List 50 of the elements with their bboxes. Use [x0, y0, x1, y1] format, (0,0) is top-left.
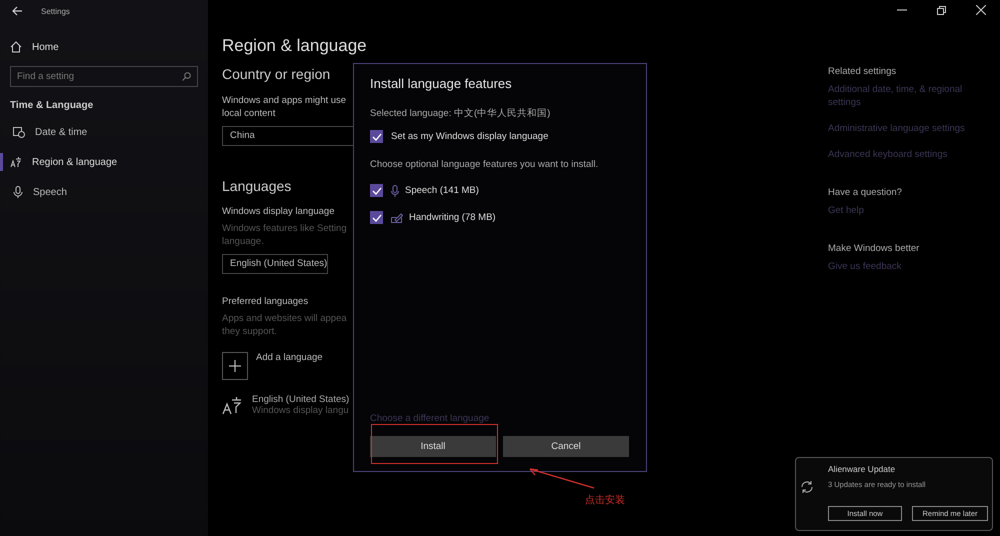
home-icon	[10, 41, 22, 53]
setting-label: Windows display language	[222, 206, 334, 217]
language-icon	[10, 156, 22, 168]
checkbox[interactable]	[370, 211, 383, 224]
microphone-icon	[391, 184, 399, 196]
section-heading: Country or region	[222, 66, 330, 82]
language-dropdown[interactable]: English (United States)	[222, 254, 328, 274]
notification-title: Alienware Update	[828, 464, 896, 474]
sidebar-item[interactable]: Region & language	[0, 153, 122, 171]
search-field[interactable]: Find a setting	[10, 66, 198, 87]
selected-language: Selected language: 中文(中华人民共和国)	[370, 107, 552, 120]
install-button[interactable]: Install	[370, 436, 496, 457]
checkbox[interactable]	[370, 130, 383, 143]
add-language-label[interactable]: Add a language	[256, 352, 323, 363]
description: Apps and websites will appea they support.	[222, 312, 347, 338]
checkbox[interactable]	[370, 184, 383, 197]
window-title: Settings	[41, 6, 70, 16]
group-heading: Have a question?	[828, 187, 902, 198]
language-icon	[222, 395, 242, 415]
add-language-button[interactable]	[222, 352, 248, 380]
pen-icon	[391, 212, 403, 222]
page-title: Region & language	[222, 36, 367, 56]
maximize-icon[interactable]	[937, 6, 946, 14]
home-link[interactable]: Home	[10, 38, 59, 56]
sidebar-item[interactable]: Speech	[0, 183, 71, 201]
setting-label: Preferred languages	[222, 296, 308, 307]
instruction: Choose optional language features you want to install.	[370, 159, 600, 170]
description: Windows features like Setting language.	[222, 222, 347, 248]
group-heading: Make Windows better	[828, 243, 920, 254]
language-name[interactable]: English (United States)	[252, 394, 350, 405]
search-icon	[182, 72, 191, 81]
plus-icon	[229, 360, 241, 372]
back-icon[interactable]	[12, 6, 23, 16]
cancel-button[interactable]: Cancel	[503, 436, 629, 457]
description: Windows and apps might use local content	[222, 94, 346, 120]
dialog-title: Install language features	[370, 76, 513, 91]
sidebar-item[interactable]: Date & time	[0, 123, 92, 141]
section-heading: Languages	[222, 178, 292, 194]
minimize-icon[interactable]	[897, 9, 907, 11]
close-icon[interactable]	[976, 5, 986, 15]
microphone-icon	[13, 186, 23, 198]
language-detail: Windows display langu	[252, 405, 350, 416]
group-heading: Related settings	[828, 66, 896, 77]
feature-label: Speech (141 MB)	[405, 185, 479, 196]
annotation-text: 点击安装	[585, 494, 625, 507]
checkbox-label: Set as my Windows display language	[391, 131, 548, 142]
feature-label: Handwriting (78 MB)	[409, 212, 496, 223]
calendar-icon	[13, 126, 25, 138]
update-icon	[800, 480, 814, 494]
section-heading: Time & Language	[10, 100, 94, 111]
